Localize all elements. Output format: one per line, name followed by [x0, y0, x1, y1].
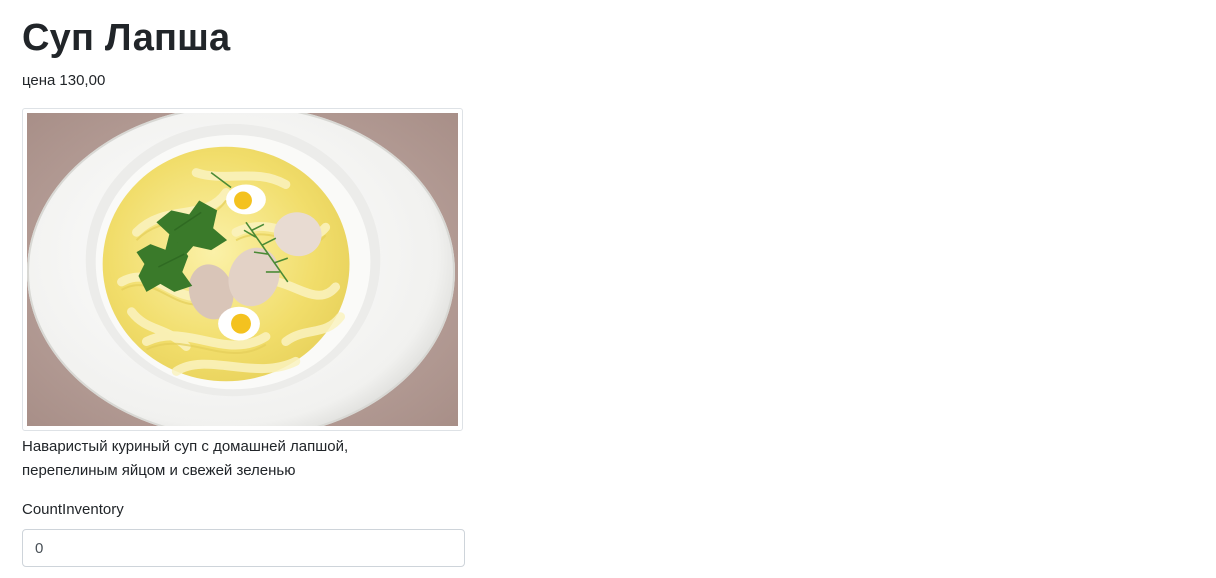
soup-photo-icon — [27, 113, 458, 426]
page-title: Суп Лапша — [22, 17, 231, 59]
price-line: цена 130,00 — [22, 71, 105, 91]
product-image — [22, 108, 463, 431]
count-inventory-label: CountInventory — [22, 501, 124, 518]
product-description: Наваристый куриный суп с домашней лапшой… — [22, 438, 349, 479]
count-inventory-input[interactable] — [22, 529, 465, 567]
price-label: цена — [22, 72, 56, 89]
price-value: 130,00 — [59, 72, 106, 89]
product-page: Суп Лапша цена 130,00 Наваристый куриный… — [0, 0, 1216, 578]
